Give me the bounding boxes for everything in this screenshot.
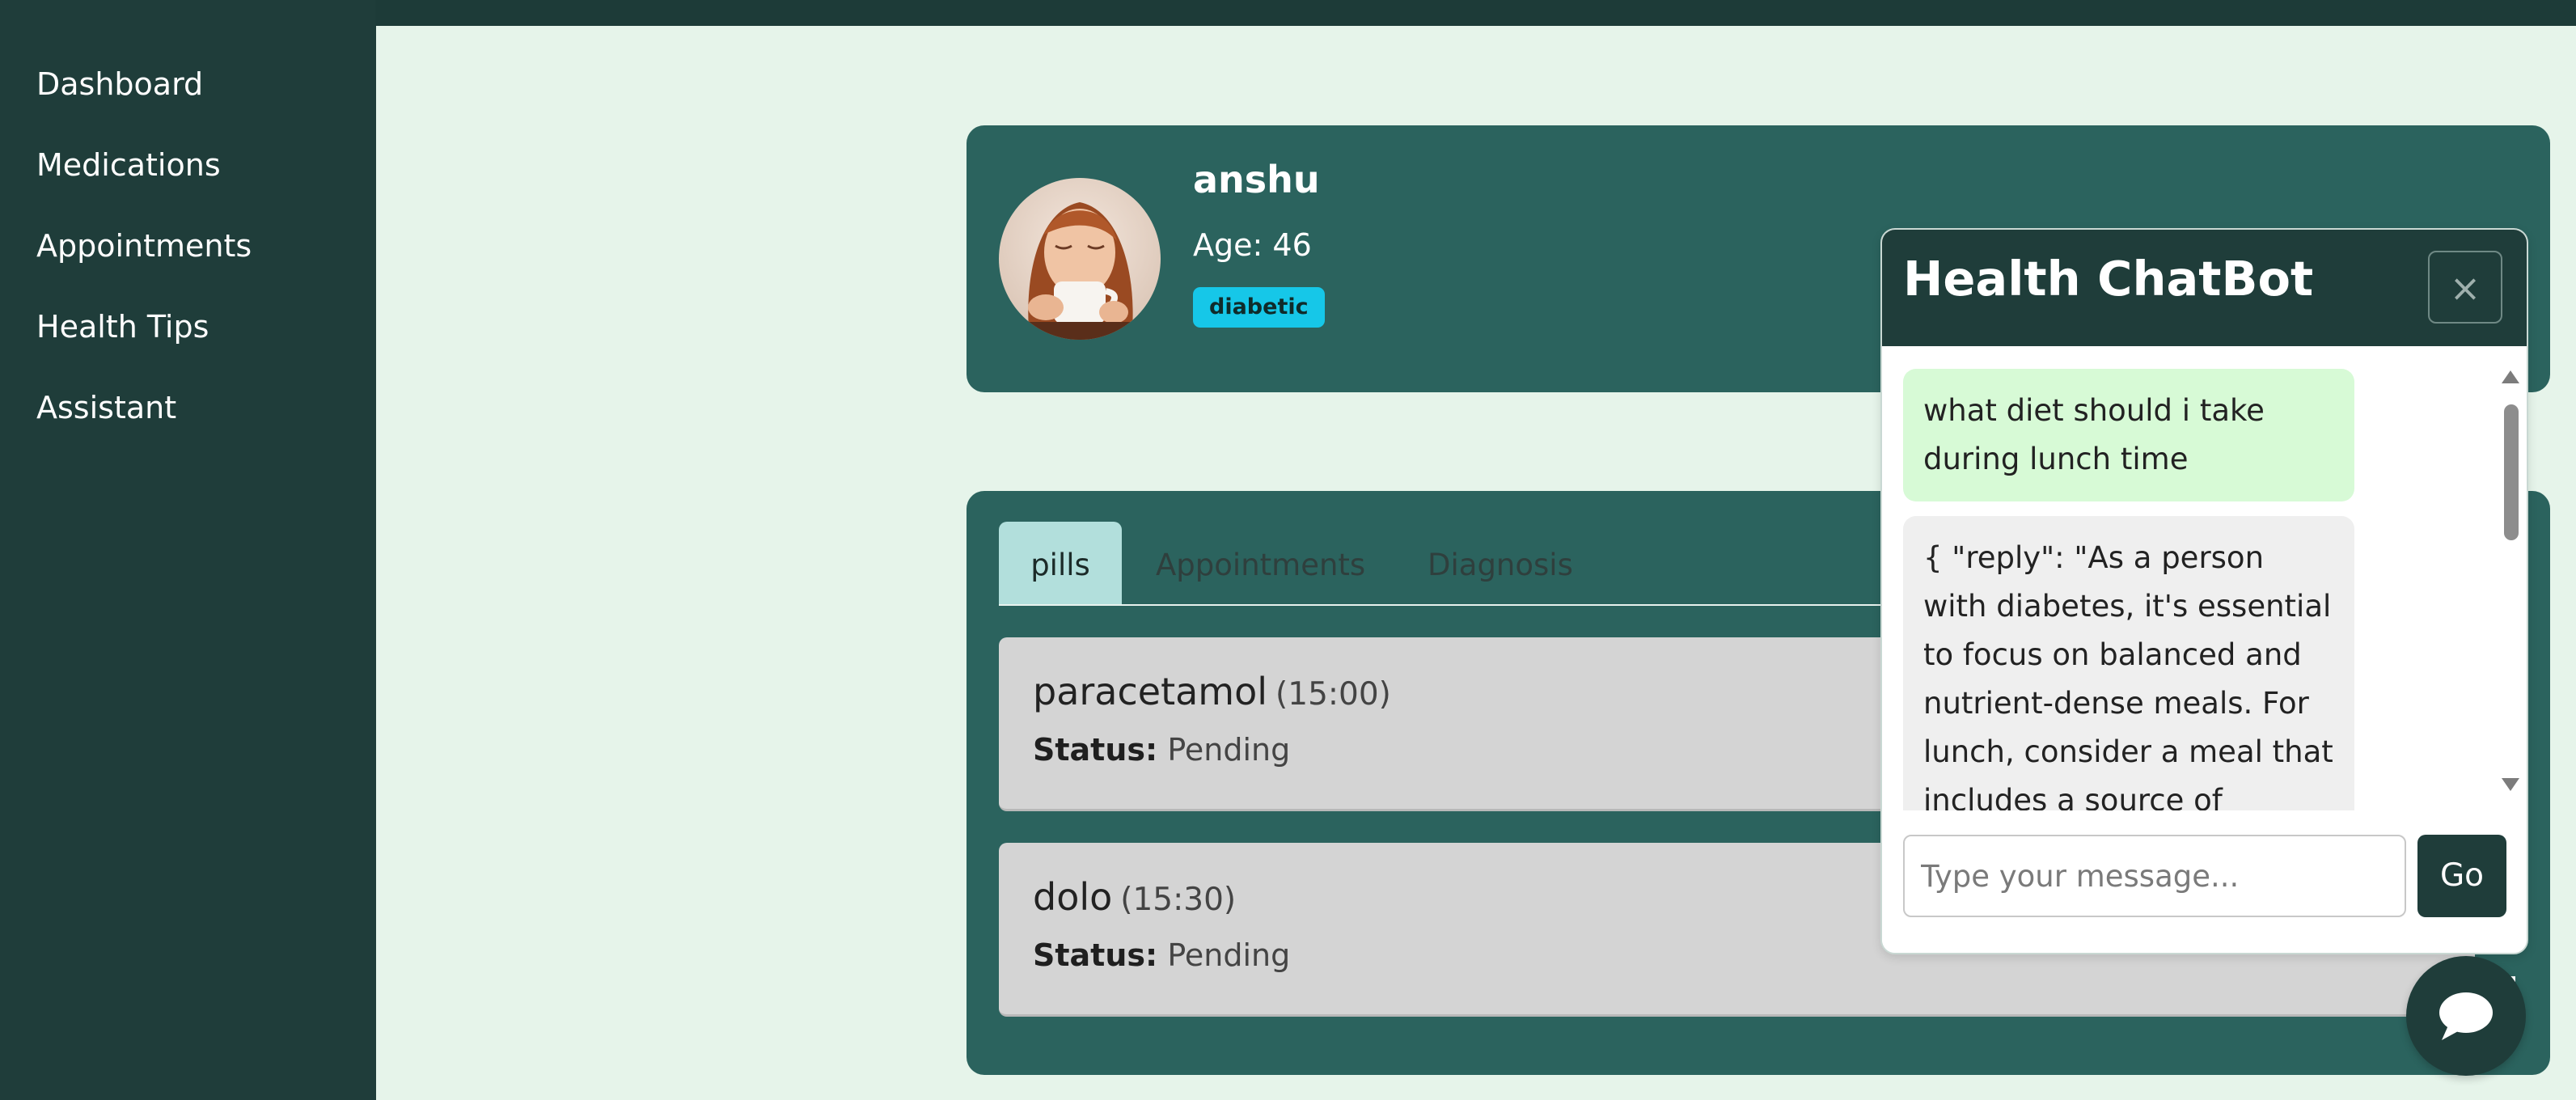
avatar <box>999 178 1161 340</box>
pill-status-label: Status: <box>1033 732 1158 768</box>
sidebar-item-health-tips[interactable]: Health Tips <box>36 301 252 382</box>
chat-input-area: Go <box>1882 810 2527 953</box>
pill-time: (15:00) <box>1275 676 1391 713</box>
top-bar <box>0 0 2576 26</box>
pill-status-row: Status: Pending <box>1033 732 1290 768</box>
sidebar-item-assistant[interactable]: Assistant <box>36 382 252 463</box>
app-root: Dashboard Medications Appointments Healt… <box>0 0 2576 1100</box>
chat-messages: what diet should i take during lunch tim… <box>1882 346 2527 810</box>
scroll-down-arrow-icon[interactable] <box>2502 778 2519 791</box>
close-icon: × <box>2449 266 2481 310</box>
sidebar-item-dashboard[interactable]: Dashboard <box>36 58 252 139</box>
tab-diagnosis[interactable]: Diagnosis <box>1428 522 1573 604</box>
tab-pills[interactable]: pills <box>999 522 1122 604</box>
pill-name-row: paracetamol (15:00) <box>1033 670 1391 713</box>
profile-name: anshu <box>1193 158 1320 201</box>
send-button[interactable]: Go <box>2417 835 2506 917</box>
message-input[interactable] <box>1903 835 2406 917</box>
profile-age-label: Age: <box>1193 227 1263 263</box>
pill-name-row: dolo (15:30) <box>1033 875 1236 919</box>
chatbot-panel: Health ChatBot × what diet should i take… <box>1880 228 2528 954</box>
user-message: what diet should i take during lunch tim… <box>1903 369 2354 501</box>
chat-scroll-thumb[interactable] <box>2504 404 2519 540</box>
condition-badge: diabetic <box>1193 287 1325 328</box>
close-button[interactable]: × <box>2428 251 2502 324</box>
chatbot-title: Health ChatBot <box>1903 251 2314 307</box>
pill-status-row: Status: Pending <box>1033 937 1290 973</box>
sidebar-item-medications[interactable]: Medications <box>36 139 252 220</box>
profile-age-value: 46 <box>1272 227 1312 263</box>
sidebar-nav: Dashboard Medications Appointments Healt… <box>36 58 252 463</box>
chat-scrollbar[interactable] <box>2502 370 2519 791</box>
bot-message: { "reply": "As a person with diabetes, i… <box>1903 516 2354 810</box>
profile-age: Age: 46 <box>1193 227 1312 263</box>
tab-appointments[interactable]: Appointments <box>1156 522 1365 604</box>
chat-toggle-button[interactable] <box>2406 956 2526 1076</box>
avatar-photo-icon <box>999 178 1161 340</box>
pill-time: (15:30) <box>1120 882 1237 918</box>
pill-status: Pending <box>1167 732 1291 768</box>
pill-name: dolo <box>1033 875 1113 919</box>
pill-status-label: Status: <box>1033 937 1158 973</box>
pill-status: Pending <box>1167 937 1291 973</box>
sidebar-item-appointments[interactable]: Appointments <box>36 220 252 301</box>
scroll-up-arrow-icon[interactable] <box>2502 370 2519 383</box>
chatbot-header: Health ChatBot × <box>1882 230 2527 346</box>
pill-name: paracetamol <box>1033 670 1268 713</box>
chat-bubble-icon <box>2439 992 2493 1040</box>
sidebar: Dashboard Medications Appointments Healt… <box>0 0 375 1100</box>
